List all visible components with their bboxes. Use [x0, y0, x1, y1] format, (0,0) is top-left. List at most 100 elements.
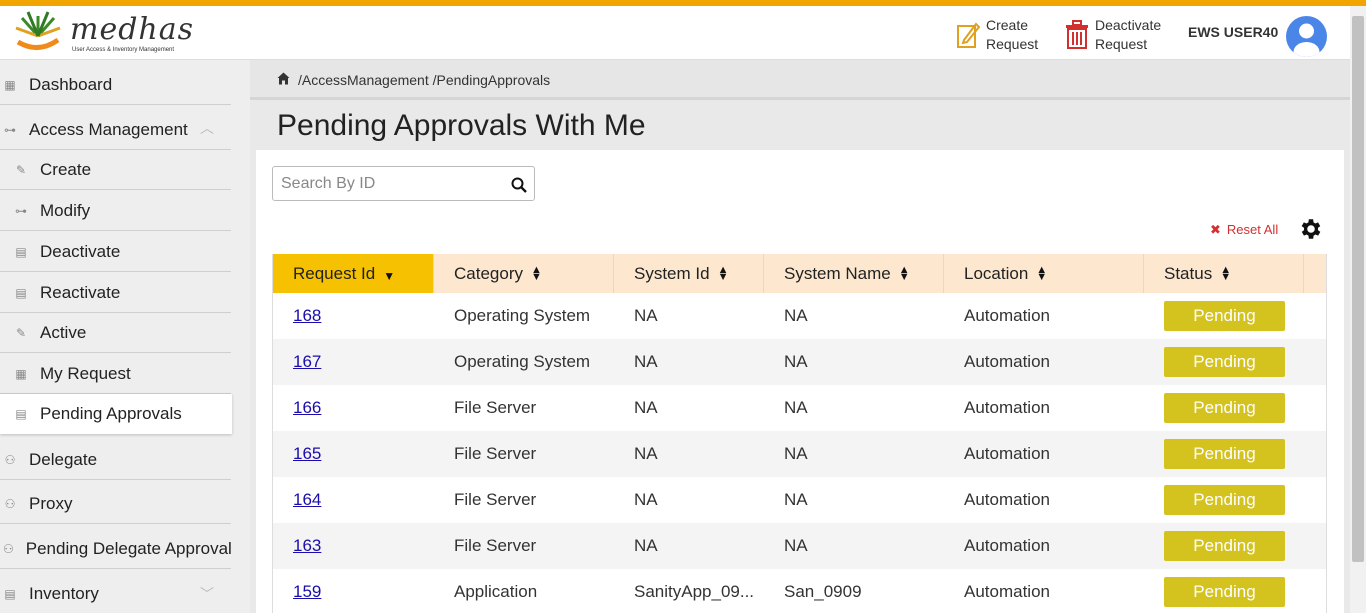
system-name-cell-value: NA: [784, 536, 808, 555]
column-header-request-id[interactable]: Request Id ▼: [273, 254, 434, 293]
column-label: Status: [1164, 263, 1213, 283]
deactivate-request-label: Deactivate Request: [1095, 17, 1162, 52]
location-cell-value: Automation: [964, 444, 1050, 463]
location-cell-value: Automation: [964, 398, 1050, 417]
search-icon[interactable]: [511, 177, 527, 193]
chevron-down-icon[interactable]: ﹀: [200, 584, 214, 604]
system-name-cell: NA: [784, 431, 808, 477]
people-icon: ⚇: [4, 496, 16, 511]
breadcrumb: /AccessManagement /PendingApprovals: [250, 60, 1350, 100]
sidebar-item-active[interactable]: ✎ Active: [0, 313, 231, 353]
status-badge[interactable]: Pending: [1164, 577, 1285, 607]
close-icon: ✖: [1210, 222, 1221, 237]
reset-all-label: Reset All: [1226, 222, 1279, 237]
request-id-cell: 167: [293, 339, 321, 385]
sidebar-item-deactivate[interactable]: ▤ Deactivate: [0, 232, 231, 272]
scrollbar-thumb[interactable]: [1352, 16, 1364, 562]
location-cell: Automation: [964, 385, 1050, 431]
request-id-cell: 164: [293, 477, 321, 523]
system-id-cell-value: NA: [634, 490, 658, 509]
create-request-button[interactable]: Create Request: [956, 16, 1066, 54]
sidebar-item-inventory[interactable]: ▤ Inventory ﹀: [0, 574, 231, 613]
request-id-cell: 166: [293, 385, 321, 431]
sidebar-item-reactivate[interactable]: ▤ Reactivate: [0, 273, 231, 313]
breadcrumb-path[interactable]: /AccessManagement /PendingApprovals: [298, 72, 550, 88]
sort-icon: ▲ ▼: [1036, 263, 1048, 283]
column-header-status[interactable]: Status ▲ ▼: [1144, 254, 1304, 293]
system-name-cell-value: NA: [784, 306, 808, 325]
column-header-system-name[interactable]: System Name ▲ ▼: [764, 254, 944, 293]
people-icon: ⚇: [3, 541, 14, 556]
location-cell-value: Automation: [964, 490, 1050, 509]
system-id-cell: NA: [634, 523, 658, 569]
search-input[interactable]: [281, 167, 501, 200]
sidebar-item-dashboard[interactable]: ▦ Dashboard: [0, 65, 231, 105]
location-cell-value: Automation: [964, 582, 1050, 601]
request-id-cell-value[interactable]: 159: [293, 582, 321, 602]
table-row: 166 File Server NA NA Automation Pending: [273, 385, 1326, 431]
category-cell-value: File Server: [454, 536, 537, 555]
sidebar-item-my-request[interactable]: ▦ My Request: [0, 354, 231, 394]
sidebar-item-pending-delegate-approval[interactable]: ⚇ Pending Delegate Approval: [0, 529, 232, 569]
edit-icon: ✎: [15, 162, 27, 177]
column-header-category[interactable]: Category ▲ ▼: [434, 254, 614, 293]
chevron-up-icon[interactable]: ︿: [200, 118, 214, 138]
sidebar-item-label: Dashboard: [29, 74, 113, 94]
category-cell-value: File Server: [454, 398, 537, 417]
system-name-cell: NA: [784, 293, 808, 339]
column-header-overflow[interactable]: [1304, 254, 1326, 293]
sidebar-item-modify[interactable]: ⊶ Modify: [0, 191, 231, 231]
sidebar-item-label: Create: [40, 159, 92, 179]
clipboard-icon: ▤: [15, 407, 27, 421]
status-badge[interactable]: Pending: [1164, 531, 1285, 561]
sidebar-item-access-management[interactable]: ⊶ Access Management ︿: [0, 110, 231, 150]
category-cell: Operating System: [454, 339, 590, 385]
request-id-cell-value[interactable]: 167: [293, 352, 321, 372]
request-id-cell-value[interactable]: 164: [293, 490, 321, 510]
status-badge[interactable]: Pending: [1164, 393, 1285, 423]
trash-icon: [1066, 20, 1088, 49]
status-badge[interactable]: Pending: [1164, 485, 1285, 515]
location-cell: Automation: [964, 569, 1050, 613]
request-id-cell-value[interactable]: 165: [293, 444, 321, 464]
gear-icon[interactable]: [1298, 216, 1324, 242]
page-scrollbar[interactable]: [1350, 6, 1366, 613]
request-id-cell: 163: [293, 523, 321, 569]
sidebar-item-pending-approvals[interactable]: ▤ Pending Approvals: [0, 394, 232, 434]
system-id-cell-value: NA: [634, 398, 658, 417]
column-header-system-id[interactable]: System Id ▲ ▼: [614, 254, 764, 293]
sidebar-item-proxy[interactable]: ⚇ Proxy: [0, 484, 231, 524]
request-id-cell-value[interactable]: 168: [293, 306, 321, 326]
system-id-cell: NA: [634, 385, 658, 431]
sort-icon: ▲ ▼: [717, 263, 729, 283]
home-icon[interactable]: [277, 72, 290, 85]
request-id-cell-value[interactable]: 166: [293, 398, 321, 418]
deactivate-request-button[interactable]: Deactivate Request: [1065, 16, 1175, 54]
reset-all-button[interactable]: ✖ Reset All: [1210, 222, 1278, 238]
user-name[interactable]: EWS USER40: [1188, 24, 1278, 40]
column-label: System Id: [634, 263, 710, 283]
status-badge[interactable]: Pending: [1164, 347, 1285, 377]
app-logo[interactable]: medhas User Access & Inventory Managemen…: [10, 8, 193, 58]
sidebar-item-delegate[interactable]: ⚇ Delegate: [0, 440, 231, 480]
category-cell: File Server: [454, 523, 536, 569]
sidebar-item-label: Active: [40, 322, 87, 342]
column-header-location[interactable]: Location ▲ ▼: [944, 254, 1144, 293]
sidebar-item-create[interactable]: ✎ Create: [0, 150, 231, 190]
sidebar-item-label: Modify: [40, 200, 91, 220]
status-badge[interactable]: Pending: [1164, 301, 1285, 331]
app-header: medhas User Access & Inventory Managemen…: [0, 6, 1350, 60]
create-request-label: Create Request: [986, 17, 1039, 52]
system-name-cell: NA: [784, 339, 808, 385]
location-cell-value: Automation: [964, 352, 1050, 371]
status-badge[interactable]: Pending: [1164, 439, 1285, 469]
category-cell-value: File Server: [454, 490, 537, 509]
logo-icon: [15, 11, 61, 50]
edit-icon: ✎: [15, 325, 27, 340]
category-cell: Application: [454, 569, 537, 613]
system-name-cell: NA: [784, 477, 808, 523]
column-label: Location: [964, 263, 1029, 283]
logo-tagline: User Access & Inventory Management: [72, 47, 175, 53]
user-avatar-icon[interactable]: [1286, 16, 1327, 57]
request-id-cell-value[interactable]: 163: [293, 536, 321, 556]
